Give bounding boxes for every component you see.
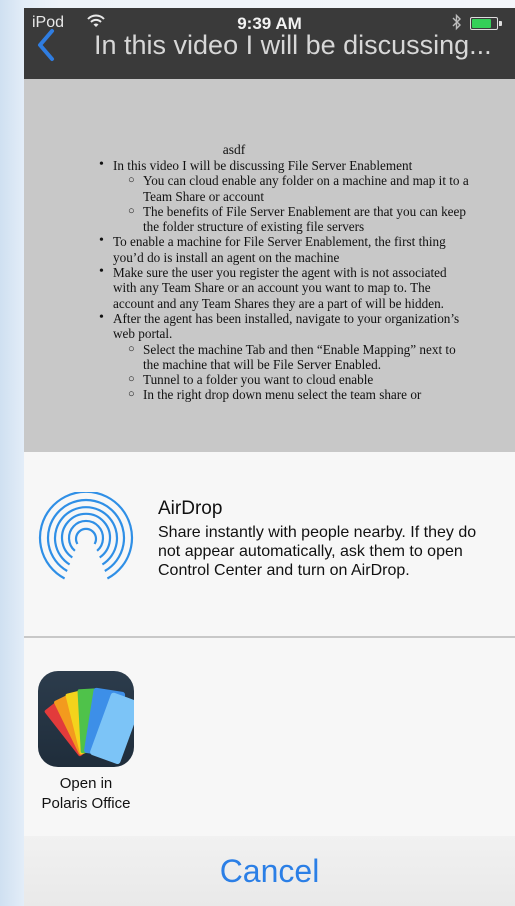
document-list-item-text: After the agent has been installed, navi… <box>113 310 460 342</box>
document-list-item-text: In this video I will be discussing File … <box>113 158 413 173</box>
polaris-office-label: Open in Polaris Office <box>24 774 148 814</box>
sub-bullet-icon: ○ <box>128 204 135 217</box>
airdrop-description: Share instantly with people nearby. If t… <box>158 524 477 579</box>
sub-bullet-icon: ○ <box>128 373 135 386</box>
polaris-office-label-line1: Open in <box>59 775 113 792</box>
document-list-item: ○ Select the machine Tab and then “Enable… <box>24 342 473 373</box>
polaris-office-label-line2: Polaris Office <box>41 795 131 812</box>
airdrop-icon <box>38 490 134 587</box>
share-sheet: AirDrop Share instantly with people near… <box>24 452 515 906</box>
device-screen: iPod 9:39 AM In this video I will be dis… <box>24 8 515 906</box>
document-list-item: ○ Tunnel to a folder you want to cloud en… <box>24 372 473 387</box>
airdrop-title: AirDrop <box>158 498 223 519</box>
document-list-item: • In this video I will be discussing File… <box>24 157 473 173</box>
sub-bullet-icon: ○ <box>128 174 135 187</box>
document-list-item-text: To enable a machine for File Server Enab… <box>113 234 446 265</box>
document-list-item: • Make sure the user you register the age… <box>24 264 473 311</box>
document-list-item-text: Tunnel to a folder you want to cloud ena… <box>143 372 374 388</box>
document-list-item: ○ In the right drop down menu select the … <box>24 387 473 402</box>
document-list-item-text: Make sure the user you register the agen… <box>113 265 447 311</box>
document-list-item: ○ The benefits of File Server Enablement … <box>24 204 473 235</box>
sub-bullet-icon: ○ <box>128 342 135 355</box>
document-list-item: ○ You can cloud enable any folder on a ma… <box>24 173 473 204</box>
apps-row: Open in Polaris Office <box>24 638 515 836</box>
bullet-icon: • <box>99 309 104 325</box>
document-list-item-text: The benefits of File Server Enablement a… <box>143 203 466 235</box>
navigation-bar: iPod 9:39 AM In this video I will be dis… <box>24 8 515 79</box>
document-list-item-text: You can cloud enable any folder on a mac… <box>143 173 469 204</box>
document-heading: asdf <box>222 142 246 157</box>
document-title: In this video I will be discussing... <box>94 30 492 60</box>
bullet-icon: • <box>99 157 104 172</box>
airdrop-row[interactable]: AirDrop Share instantly with people near… <box>24 452 515 636</box>
back-chevron-icon[interactable] <box>36 28 56 67</box>
bullet-icon: • <box>99 233 104 249</box>
cancel-row: Cancel <box>24 836 515 906</box>
cancel-button[interactable]: Cancel <box>24 836 515 906</box>
document-list-item-text: Select the machine Tab and then “Enable … <box>143 341 456 372</box>
battery-level <box>472 19 491 28</box>
sub-bullet-icon: ○ <box>128 388 135 401</box>
document-list-item: • To enable a machine for File Server Ena… <box>24 233 473 265</box>
document-list-item-text: In the right drop down menu select the t… <box>143 387 422 403</box>
battery-icon <box>470 17 502 30</box>
bullet-icon: • <box>99 264 104 280</box>
document-body: • In this video I will be discussing File… <box>24 157 504 403</box>
polaris-office-icon[interactable] <box>38 671 134 767</box>
document-list-item: • After the agent has been installed, nav… <box>24 309 473 342</box>
document-preview: asdf • In this video I will be discussing… <box>24 79 515 452</box>
